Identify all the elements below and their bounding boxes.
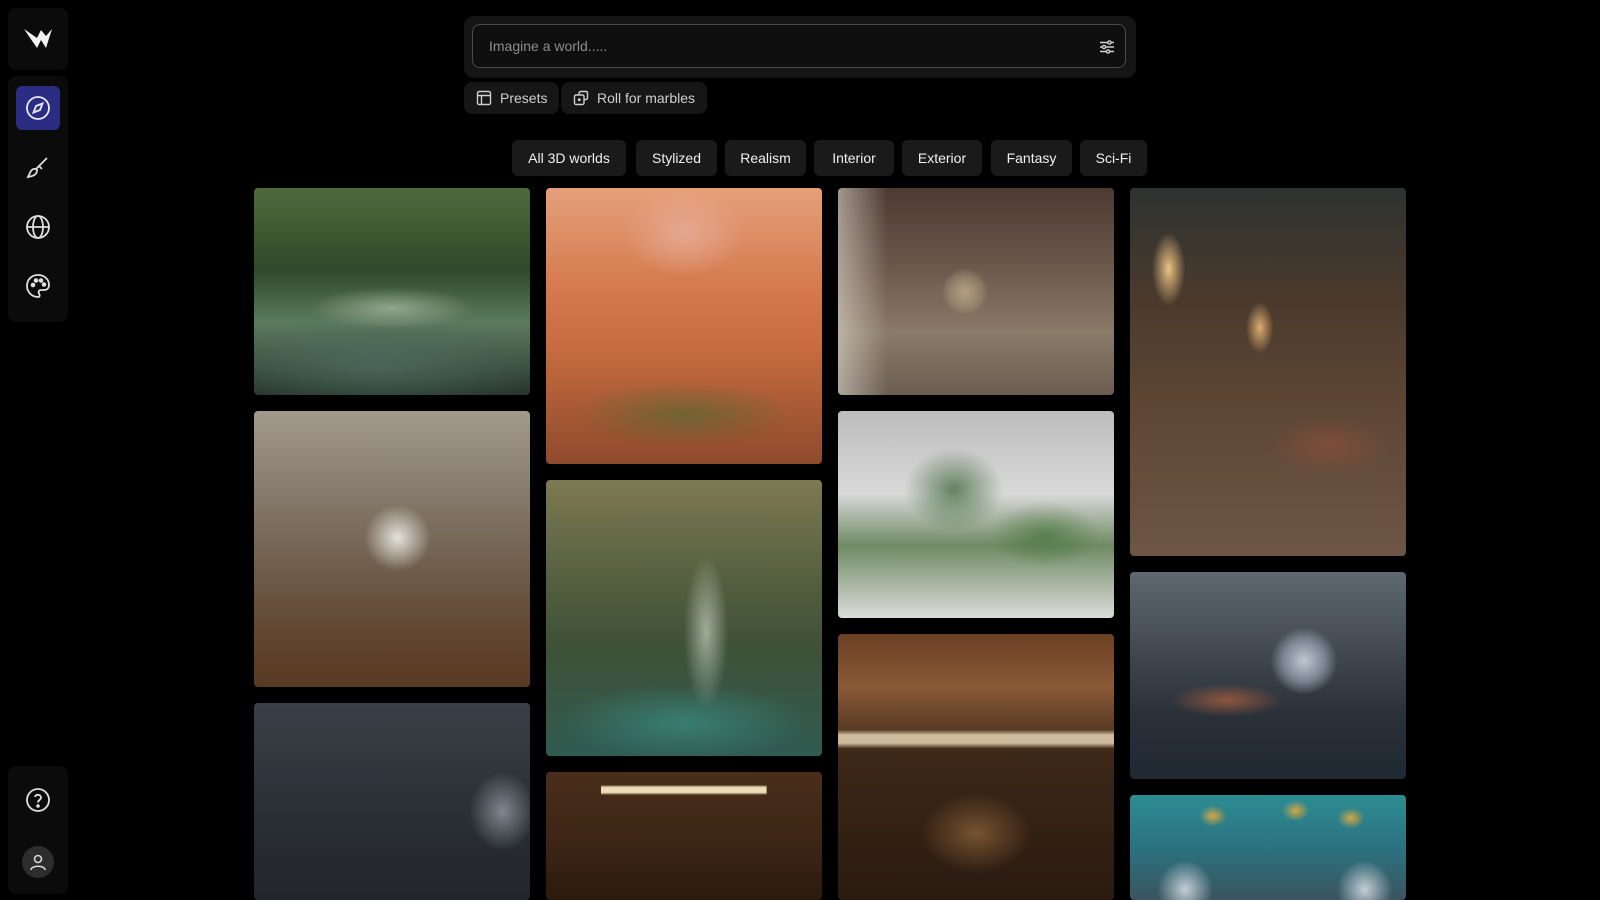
dice-icon — [573, 90, 589, 106]
palette-icon — [26, 274, 50, 298]
sidebar-nav — [8, 76, 68, 322]
sidebar-item-create[interactable] — [16, 146, 60, 190]
world-card-wooden-kitchen[interactable] — [838, 634, 1114, 900]
brand-logo-icon — [24, 29, 52, 48]
filter-button[interactable] — [1096, 36, 1118, 58]
sliders-icon — [1100, 40, 1114, 54]
tab-sci-fi[interactable]: Sci-Fi — [1080, 140, 1147, 176]
globe-icon — [26, 215, 50, 239]
tab-label: All 3D worlds — [528, 150, 610, 166]
tab-label: Realism — [740, 150, 791, 166]
avatar[interactable] — [22, 846, 54, 878]
tab-fantasy[interactable]: Fantasy — [991, 140, 1072, 176]
tab-label: Sci-Fi — [1095, 150, 1132, 166]
help-button[interactable] — [16, 778, 60, 822]
tab-label: Interior — [832, 150, 876, 166]
tab-realism[interactable]: Realism — [725, 140, 806, 176]
layout-icon — [476, 90, 492, 106]
world-card-white-bonsai-terrace[interactable] — [838, 411, 1114, 618]
world-card-library-study[interactable] — [838, 188, 1114, 395]
world-card-dark-mansion-room[interactable] — [254, 703, 530, 900]
world-card-jungle-pods[interactable] — [254, 188, 530, 395]
sidebar-item-explore[interactable] — [16, 86, 60, 130]
presets-button[interactable]: Presets — [464, 82, 560, 114]
tab-exterior[interactable]: Exterior — [902, 140, 982, 176]
world-card-teal-dome-room[interactable] — [1130, 795, 1406, 900]
tab-all-3d-worlds[interactable]: All 3D worlds — [512, 140, 626, 176]
sidebar-item-styles[interactable] — [16, 264, 60, 308]
user-icon — [30, 854, 46, 871]
help-icon — [26, 788, 50, 812]
world-card-log-cabin[interactable] — [546, 772, 822, 900]
roll-for-marbles-label: Roll for marbles — [597, 90, 696, 106]
brush-icon — [26, 157, 48, 179]
sidebar-bottom — [8, 766, 68, 894]
tab-label: Exterior — [917, 150, 967, 166]
world-card-lantern-library[interactable] — [1130, 188, 1406, 556]
tab-interior[interactable]: Interior — [814, 140, 894, 176]
compass-icon — [26, 96, 50, 120]
roll-for-marbles-button[interactable]: Roll for marbles — [561, 82, 708, 114]
search-input[interactable] — [472, 24, 1126, 68]
presets-label: Presets — [500, 90, 548, 106]
brand-logo[interactable] — [8, 8, 68, 70]
tab-label: Fantasy — [1006, 150, 1057, 166]
search-bar — [464, 16, 1136, 78]
world-card-ruins-waterfall[interactable] — [546, 480, 822, 756]
world-card-orange-palace[interactable] — [546, 188, 822, 464]
world-card-spaceship-cabin[interactable] — [1130, 572, 1406, 779]
world-card-abandoned-bedroom[interactable] — [254, 411, 530, 687]
tab-label: Stylized — [651, 150, 702, 166]
tab-stylized[interactable]: Stylized — [636, 140, 717, 176]
sidebar-item-worlds[interactable] — [16, 205, 60, 249]
